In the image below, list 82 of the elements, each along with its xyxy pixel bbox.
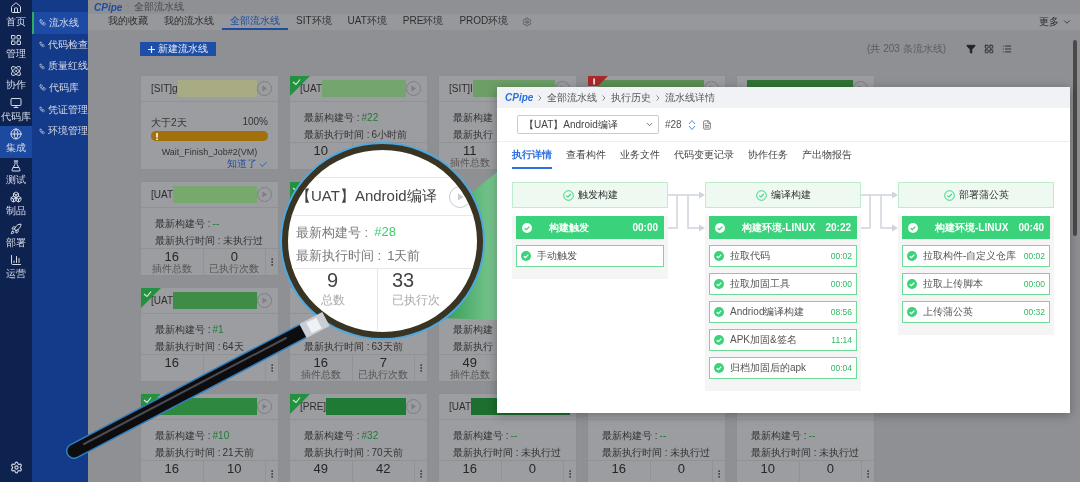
run-count: 7	[379, 356, 387, 369]
time-label: 最新执行时间 :	[304, 447, 370, 459]
plugin-count-label: 插件总数	[449, 369, 490, 380]
pipeline-title: [PRE]	[300, 401, 327, 412]
job-name: Wait_Finish_Job#2(VM)	[160, 147, 259, 157]
plugin-count: 10	[313, 144, 328, 157]
last-run-time: 64天	[222, 341, 244, 353]
time-label: 最新执行	[453, 129, 493, 141]
last-run-time: 未执行过	[222, 235, 263, 247]
plugin-count-label: 插件总数	[300, 369, 341, 380]
last-run-time: 未执行过	[520, 447, 561, 459]
time-label: 最新执行时间 :	[602, 447, 668, 459]
pipeline-title: [UAT	[300, 83, 323, 94]
plugin-count: 16	[462, 462, 477, 475]
build-label: 最新构建号 :	[155, 430, 211, 442]
build-number: #1	[212, 324, 224, 336]
run-count: 10	[227, 462, 242, 475]
run-count: 33	[392, 269, 415, 292]
time-label: 最新执行时间 :	[155, 235, 221, 247]
time-label: 最新执行时间 :	[304, 129, 370, 141]
pipeline-title: [SIT]I	[449, 83, 473, 94]
pipeline-title: [UAT	[151, 189, 174, 200]
last-run-time: 6小时前	[371, 129, 408, 141]
plugin-count: 9	[326, 269, 339, 292]
plugin-count: 49	[462, 356, 477, 369]
plugin-count: 10	[760, 462, 775, 475]
build-number: --	[510, 430, 518, 442]
build-label: 最新构建号 :	[155, 218, 211, 230]
plugin-count: 16	[611, 462, 626, 475]
last-run-time: 未执行过	[818, 447, 859, 459]
run-count: 0	[528, 462, 536, 475]
build-number: --	[659, 430, 667, 442]
plugin-count: 49	[313, 462, 328, 475]
progress-reading: 100%	[242, 116, 268, 129]
build-number: --	[212, 218, 220, 230]
run-count: 0	[230, 250, 238, 263]
build-number: --	[808, 430, 816, 442]
build-number: #22	[361, 112, 379, 124]
last-run-time: 70天前	[371, 447, 403, 459]
build-label: 最新构建号 :	[751, 430, 807, 442]
time-label: 最新执行	[453, 341, 493, 353]
run-count-label: 已执行次数	[209, 263, 260, 274]
magnified-pipeline-title: 【UAT】Android编译	[296, 187, 437, 206]
pipeline-title: [UAT	[151, 295, 174, 306]
build-label: 最新构建号 :	[296, 224, 369, 242]
build-number: #10	[212, 430, 230, 442]
pipeline-title: [SIT]g	[151, 83, 178, 94]
run-count-label: 已执行次	[392, 292, 440, 309]
build-label: 最新构建号 :	[602, 430, 658, 442]
build-number: #28	[665, 119, 682, 130]
last-run-time: 未执行过	[669, 447, 710, 459]
build-number: #32	[361, 430, 379, 442]
last-run-time: 21天前	[222, 447, 254, 459]
time-label: 最新执行时间 :	[155, 447, 221, 459]
last-run-time: 1天前	[387, 247, 421, 265]
time-label: 最新执行时间 :	[751, 447, 817, 459]
plugin-count-label: 插件总数	[449, 157, 490, 168]
build-number: #28	[374, 224, 396, 241]
run-count: 0	[677, 462, 685, 475]
plugin-count: 16	[164, 250, 179, 263]
run-count-label: 已执行次数	[358, 369, 409, 380]
time-label: 最新执行时间 :	[453, 447, 519, 459]
build-label: 最新构建	[453, 112, 493, 124]
progress-label: 大于2天	[151, 116, 187, 130]
pipeline-title: [UAT	[449, 401, 472, 412]
plugin-count: 16	[164, 462, 179, 475]
plugin-count-label: 插件总数	[151, 263, 192, 274]
last-run-time: 63天前	[371, 341, 403, 353]
plugin-count-label: 总数	[320, 292, 345, 309]
plugin-count: 16	[313, 356, 328, 369]
run-count: 42	[376, 462, 391, 475]
build-label: 最新构建号 :	[155, 324, 211, 336]
build-label: 最新构建号 :	[304, 430, 360, 442]
time-label: 最新执行时间 :	[304, 341, 370, 353]
time-label: 最新执行时间 :	[155, 341, 221, 353]
plugin-count: 11	[463, 144, 477, 157]
build-label: 最新构建	[453, 324, 493, 336]
plugin-count: 16	[164, 356, 179, 369]
build-label: 最新构建号 :	[304, 112, 360, 124]
time-label: 最新执行时间 :	[296, 247, 382, 265]
run-count: 0	[826, 462, 834, 475]
build-label: 最新构建号 :	[453, 430, 509, 442]
